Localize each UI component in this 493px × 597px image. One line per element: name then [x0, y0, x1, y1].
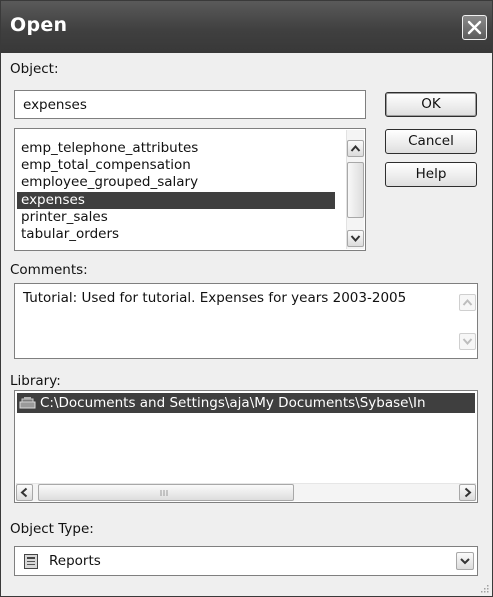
list-item[interactable]: emp_telephone_attributes — [17, 140, 335, 157]
object-type-value: Reports — [49, 553, 101, 569]
arrow-left-icon — [20, 487, 28, 498]
cancel-button[interactable]: Cancel — [385, 129, 477, 154]
dialog-title: Open — [10, 14, 68, 36]
scroll-left-button[interactable] — [16, 484, 33, 501]
scroll-up-button[interactable] — [347, 140, 364, 157]
comments-scroll-down-button[interactable] — [459, 333, 476, 350]
list-item[interactable]: printer_sales — [17, 209, 335, 226]
library-path: C:\Documents and Settings\aja\My Documen… — [40, 395, 426, 411]
help-button[interactable]: Help — [385, 162, 477, 187]
scroll-right-button[interactable] — [459, 484, 476, 501]
object-list-scrollbar[interactable] — [346, 130, 364, 249]
report-icon — [24, 554, 38, 569]
title-bar[interactable]: Open — [1, 1, 492, 53]
arrow-down-icon — [462, 338, 473, 346]
list-item[interactable]: emp_total_compensation — [17, 157, 335, 174]
arrow-right-icon — [464, 487, 472, 498]
resize-grip-icon[interactable] — [479, 583, 489, 593]
object-name-value: expenses — [23, 97, 87, 113]
object-label: Object: — [10, 61, 59, 77]
ok-button[interactable]: OK — [385, 92, 477, 117]
scroll-thumb[interactable] — [347, 162, 364, 218]
comments-scroll-up-button[interactable] — [459, 294, 476, 311]
arrow-down-icon — [350, 235, 361, 243]
list-item[interactable]: employee_grouped_salary — [17, 174, 335, 191]
comments-scrollbar[interactable] — [459, 285, 476, 357]
library-label: Library: — [10, 373, 61, 389]
comments-label: Comments: — [10, 262, 88, 278]
h-scroll-thumb[interactable] — [38, 484, 294, 501]
arrow-up-icon — [350, 144, 361, 152]
comments-text: Tutorial: Used for tutorial. Expenses fo… — [23, 290, 407, 306]
open-dialog: Open Object: expenses OK Cancel Help emp… — [0, 0, 493, 597]
comments-textarea[interactable]: Tutorial: Used for tutorial. Expenses fo… — [14, 283, 478, 359]
object-type-dropdown-button[interactable] — [456, 552, 474, 570]
object-type-label: Object Type: — [10, 521, 94, 537]
library-icon — [19, 397, 36, 409]
object-type-select[interactable]: Reports — [14, 546, 478, 576]
object-name-input[interactable]: expenses — [14, 90, 366, 119]
close-icon — [467, 20, 482, 35]
dialog-body: Object: expenses OK Cancel Help emp_tele… — [1, 53, 492, 596]
arrow-up-icon — [462, 298, 473, 306]
list-item-selected[interactable]: expenses — [17, 192, 335, 209]
close-button[interactable] — [462, 15, 487, 40]
library-item-selected[interactable]: C:\Documents and Settings\aja\My Documen… — [17, 393, 475, 413]
scroll-down-button[interactable] — [347, 230, 364, 247]
thumb-grip-icon — [160, 490, 168, 496]
chevron-down-icon — [460, 558, 470, 565]
object-list[interactable]: emp_telephone_attributes emp_total_compe… — [14, 128, 366, 251]
library-list[interactable]: C:\Documents and Settings\aja\My Documen… — [14, 390, 478, 503]
list-item[interactable]: tabular_orders — [17, 226, 335, 243]
library-h-scrollbar[interactable] — [16, 483, 476, 501]
